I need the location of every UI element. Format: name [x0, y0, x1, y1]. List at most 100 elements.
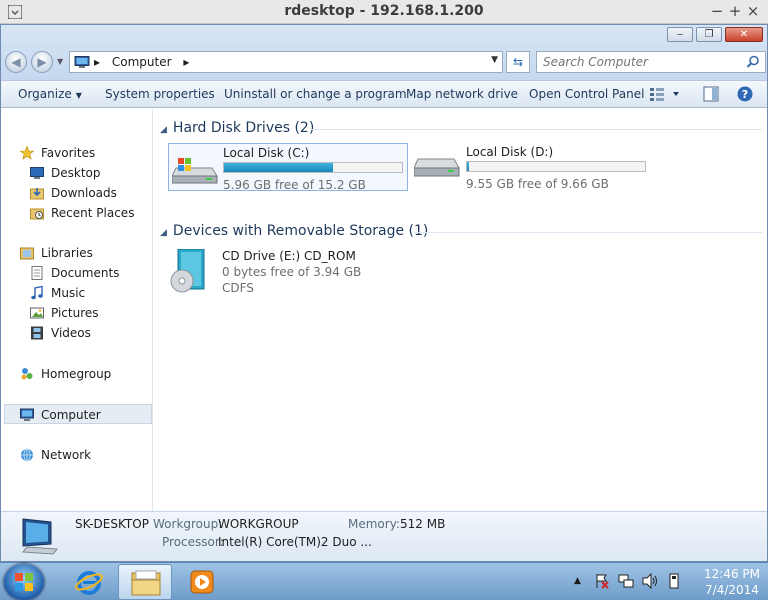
search-box[interactable] — [536, 51, 766, 73]
address-dropdown-icon[interactable]: ▼ — [491, 55, 498, 65]
help-icon: ? — [737, 86, 753, 102]
group-header-removable-storage[interactable]: ◢ Devices with Removable Storage (1) — [160, 223, 428, 239]
taskbar-media-player[interactable] — [176, 564, 230, 600]
organize-label: Organize — [18, 87, 72, 101]
breadcrumb-separator-icon[interactable]: ▸ — [183, 55, 189, 69]
sidebar-item-computer[interactable]: Computer — [4, 404, 152, 424]
sidebar-item-label: Network — [41, 448, 92, 462]
drive-name: Local Disk (C:) — [223, 146, 310, 160]
back-arrow-icon: ◀ — [11, 55, 21, 69]
uninstall-program-button[interactable]: Uninstall or change a program — [224, 87, 407, 101]
group-divider — [310, 129, 762, 130]
sidebar-item-music[interactable]: Music — [1, 283, 151, 303]
back-button[interactable]: ◀ — [5, 51, 27, 73]
drive-item-e[interactable]: CD Drive (E:) CD_ROM 0 bytes free of 3.9… — [168, 247, 408, 313]
sidebar-item-desktop[interactable]: Desktop — [1, 163, 151, 183]
collapse-caret-icon: ◢ — [160, 228, 167, 238]
taskbar-windows-explorer[interactable] — [118, 564, 172, 600]
computer-name: SK-DESKTOP — [75, 517, 149, 531]
drive-filesystem: CDFS — [222, 281, 254, 295]
clock-date: 7/4/2014 — [705, 583, 759, 597]
sidebar-item-label: Documents — [51, 266, 120, 280]
drive-item-c[interactable]: Local Disk (C:) 5.96 GB free of 15.2 GB — [168, 143, 408, 192]
rdesktop-titlebar: rdesktop - 192.168.1.200 − + × — [0, 0, 768, 24]
forward-arrow-icon: ▶ — [37, 55, 47, 69]
sidebar-item-downloads[interactable]: Downloads — [1, 183, 151, 203]
breadcrumb-computer[interactable]: Computer — [112, 55, 172, 69]
show-hidden-icons-button[interactable]: ▲ — [574, 576, 581, 586]
drive-usage-bar — [466, 161, 646, 172]
sidebar-item-network[interactable]: Network — [1, 445, 151, 465]
rdesktop-close-icon[interactable]: × — [744, 2, 762, 20]
open-control-panel-button[interactable]: Open Control Panel — [529, 87, 644, 101]
drive-name: CD Drive (E:) CD_ROM — [222, 249, 356, 263]
drive-name: Local Disk (D:) — [466, 145, 554, 159]
action-center-flag-icon[interactable] — [594, 573, 610, 589]
system-clock[interactable]: 12:46 PM 7/4/2014 — [702, 566, 762, 598]
sidebar-item-label: Downloads — [51, 186, 117, 200]
network-status-icon[interactable] — [618, 573, 634, 589]
rdesktop-maximize-icon[interactable]: + — [726, 2, 744, 20]
group-header-hard-disk-drives[interactable]: ◢ Hard Disk Drives (2) — [160, 120, 314, 136]
command-bar: Organize ▼ System properties Uninstall or… — [1, 80, 767, 108]
group-title: Devices with Removable Storage (1) — [172, 223, 429, 239]
refresh-button[interactable]: ⇆ — [506, 51, 530, 73]
minimize-button[interactable]: ‒ — [667, 27, 693, 42]
rdesktop-minimize-icon[interactable]: − — [708, 2, 726, 20]
sidebar-item-favorites[interactable]: Favorites — [1, 143, 151, 163]
drive-free-space: 0 bytes free of 3.94 GB — [222, 265, 362, 279]
sidebar-item-homegroup[interactable]: Homegroup — [1, 364, 151, 384]
sidebar-item-label: Favorites — [41, 146, 96, 160]
drive-free-space: 9.55 GB free of 9.66 GB — [466, 177, 609, 191]
help-button[interactable]: ? — [737, 86, 753, 105]
computer-icon — [20, 408, 34, 421]
search-input[interactable] — [537, 52, 737, 72]
file-explorer-folder-icon — [131, 570, 161, 596]
volume-icon[interactable] — [642, 573, 658, 589]
drive-usage-fill — [224, 163, 333, 172]
taskbar-internet-explorer[interactable] — [62, 564, 116, 600]
group-title: Hard Disk Drives (2) — [172, 120, 315, 136]
processor-label: Processor: — [162, 535, 224, 549]
desktop-icon — [30, 167, 44, 179]
map-network-drive-button[interactable]: Map network drive — [406, 87, 518, 101]
internet-explorer-icon — [75, 571, 103, 595]
sidebar-item-label: Desktop — [51, 166, 101, 180]
homegroup-icon — [21, 368, 33, 380]
drive-item-d[interactable]: Local Disk (D:) 9.55 GB free of 9.66 GB — [412, 143, 652, 191]
details-pane: SK-DESKTOP Workgroup: WORKGROUP Memory: … — [1, 511, 767, 561]
preview-pane-icon — [703, 86, 719, 102]
collapse-caret-icon: ◢ — [160, 125, 167, 135]
svg-text:?: ? — [742, 88, 748, 101]
music-note-icon — [31, 286, 43, 300]
recent-pages-dropdown-icon[interactable]: ▼ — [57, 57, 63, 66]
change-view-button[interactable] — [649, 86, 679, 105]
start-button[interactable] — [4, 564, 44, 600]
sidebar-item-pictures[interactable]: Pictures — [1, 303, 151, 323]
usb-device-icon[interactable] — [666, 573, 682, 589]
address-bar[interactable]: ▸ Computer ▸ ▼ — [69, 51, 503, 73]
restore-button[interactable]: ❐ — [696, 27, 722, 42]
breadcrumb-separator-icon: ▸ — [94, 55, 101, 69]
sidebar-item-videos[interactable]: Videos — [1, 323, 151, 343]
sidebar-item-libraries[interactable]: Libraries — [1, 243, 151, 263]
drive-free-space: 5.96 GB free of 15.2 GB — [223, 178, 366, 192]
forward-button[interactable]: ▶ — [31, 51, 53, 73]
hard-drive-icon — [414, 158, 460, 177]
search-icon[interactable] — [746, 55, 760, 69]
system-properties-button[interactable]: System properties — [105, 87, 215, 101]
videos-filmstrip-icon — [31, 326, 43, 340]
preview-pane-button[interactable] — [703, 86, 719, 105]
network-icon — [21, 448, 33, 462]
windows-logo-icon — [15, 573, 33, 591]
recent-places-icon — [30, 208, 44, 220]
sidebar-item-label: Recent Places — [51, 206, 135, 220]
sidebar-item-documents[interactable]: Documents — [1, 263, 151, 283]
group-divider — [414, 232, 762, 233]
organize-button[interactable]: Organize ▼ — [18, 87, 82, 101]
close-button[interactable]: ✕ — [725, 27, 763, 42]
media-player-icon — [190, 570, 214, 594]
sidebar-item-recent-places[interactable]: Recent Places — [1, 203, 151, 223]
view-options-icon — [650, 88, 679, 101]
chevron-down-icon: ▼ — [75, 91, 82, 100]
